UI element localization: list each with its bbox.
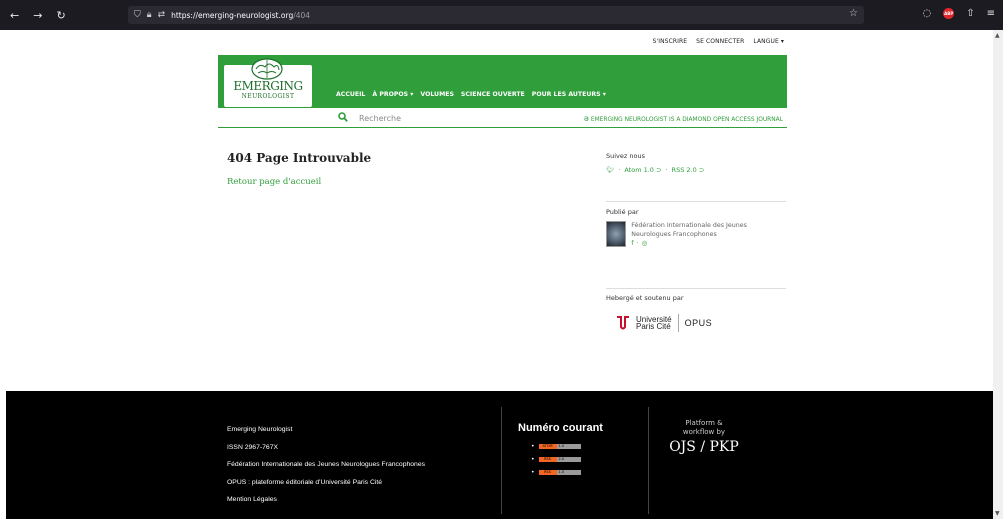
browser-toolbar: ← → ↻ ⛉ 🔒︎ ⇄ https://emerging-neurologis… [0,0,1003,30]
footer-divider [501,407,502,514]
pkp-line1: Platform & [685,419,723,427]
browser-nav: ← → ↻ [0,9,125,22]
bullet: • [531,456,535,463]
rss2-badge[interactable]: RSS 2.0 [538,457,581,462]
language-menu[interactable]: LANGUE ▾ [753,38,784,45]
back-home-link[interactable]: Retour page d'accueil [227,177,321,187]
share-icon[interactable]: ⇧ [966,8,974,19]
footer-links: Emerging Neurologist ISSN 2967-767X Fédé… [227,421,425,509]
rss-icon: ⊃ [656,166,662,174]
instagram-icon[interactable]: ◎ [642,239,648,247]
facebook-icon[interactable]: f [631,239,633,247]
bullet: • [531,443,535,450]
pocket-icon[interactable]: ◌ [922,8,931,19]
permissions-icon[interactable]: ⇄ [158,10,166,20]
footer-opus-link[interactable]: OPUS : plateforme éditoriale d'Universit… [227,474,425,492]
host-heading: Hebergé et soutenu par [606,294,684,302]
nav-about[interactable]: À PROPOS ▾ [372,91,413,98]
register-link[interactable]: S'INSCRIRE [653,38,688,45]
university-name: Université Paris Cité [636,315,672,331]
feed-badge-row[interactable]: • ATOM 1.0 [531,443,581,450]
nav-for-authors[interactable]: POUR LES AUTEURS ▾ [532,91,606,98]
feed-badge-row[interactable]: • RSS 2.0 [531,456,581,463]
follow-links: 🐦︎ · Atom 1.0 ⊃ · RSS 2.0 ⊃ [606,166,786,174]
open-access-banner[interactable]: ə EMERGING NEUROLOGIST IS A DIAMOND OPEN … [584,114,783,123]
follow-heading: Suivez nous [606,152,645,160]
reload-icon[interactable]: ↻ [56,9,65,22]
site-header: EMERGING NEUROLOGIST ACCUEIL À PROPOS ▾ … [218,55,787,108]
publisher-logo[interactable] [606,221,627,247]
bookmark-star-icon[interactable]: ☆ [849,8,858,19]
footer-federation-link[interactable]: Fédération Internationale des Jeunes Neu… [227,456,425,474]
logo-divider [677,314,679,332]
url-host: https://emerging-neurologist.org [171,10,294,20]
footer-journal-link[interactable]: Emerging Neurologist [227,421,425,439]
brain-logo-icon [251,58,283,80]
sidebar-divider [606,288,786,289]
nav-open-science[interactable]: SCIENCE OUVERTE [461,91,525,98]
rss-icon: ⊃ [698,166,705,174]
logo-title: EMERGING [233,79,303,93]
page-scrollbar[interactable]: ▲ ▼ [993,30,1003,519]
search-input[interactable] [359,112,519,124]
logo-subtitle: NEUROLOGIST [241,93,295,100]
university-logo-icon [617,316,629,330]
scroll-up-icon[interactable]: ▲ [995,32,1000,39]
menu-icon[interactable]: ≡ [987,8,995,19]
separator: · [618,166,621,174]
browser-extensions: ◌ ABP ⇧ ≡ [922,8,995,19]
feed-badges: • ATOM 1.0 • RSS 2.0 • RSS 1.0 [531,443,581,476]
adblock-icon[interactable]: ABP [943,8,955,19]
page-title: 404 Page Introuvable [227,151,372,165]
footer-divider [648,407,649,514]
host-logo[interactable]: Université Paris Cité OPUS [616,314,786,332]
sidebar-follow: Suivez nous 🐦︎ · Atom 1.0 ⊃ · RSS 2.0 ⊃ [606,152,786,174]
ojs-pkp-logo: OJS / PKP [669,439,739,455]
atom-feed-link[interactable]: Atom 1.0 ⊃ [624,166,661,174]
sidebar-host: Hebergé et soutenu par Université Paris … [606,294,786,332]
site-footer: Emerging Neurologist ISSN 2967-767X Fédé… [6,391,993,519]
twitter-icon[interactable]: 🐦︎ [606,166,614,174]
back-icon[interactable]: ← [10,9,19,22]
lock-icon[interactable]: 🔒︎ [147,10,152,20]
forward-icon[interactable]: → [33,9,42,22]
address-bar[interactable]: ⛉ 🔒︎ ⇄ https://emerging-neurologist.org/… [128,6,864,24]
site-logo[interactable]: EMERGING NEUROLOGIST [224,58,312,107]
current-issue-title: Numéro courant [518,422,603,434]
footer-legal-link[interactable]: Mention Légales [227,491,425,509]
page-viewport: S'INSCRIRE SE CONNECTER LANGUE ▾ EMERGIN… [6,30,993,519]
publisher-social: f · ◎ [631,239,786,247]
rss1-badge[interactable]: RSS 1.0 [538,470,581,475]
login-link[interactable]: SE CONNECTER [696,38,744,45]
publisher-name[interactable]: Fédération Internationale des Jeunes Neu… [631,221,786,239]
open-access-icon: ə [583,114,589,123]
url-path: /404 [293,10,311,20]
nav-volumes[interactable]: VOLUMES [420,91,454,98]
opus-logo: OPUS [684,318,713,328]
search-icon[interactable] [338,112,348,122]
pkp-line2: workflow by [682,428,726,436]
sidebar-divider [606,201,786,202]
shield-icon[interactable]: ⛉ [134,10,141,20]
nav-home[interactable]: ACCUEIL [336,91,365,98]
separator: · [636,239,639,247]
feed-badge-row[interactable]: • RSS 1.0 [531,469,581,476]
publisher-heading: Publié par [606,208,639,216]
open-access-text: EMERGING NEUROLOGIST IS A DIAMOND OPEN A… [590,117,783,123]
search-row: əEMERGING NEUROLOGIST IS A DIAMOND OPEN … [218,110,787,128]
user-nav: S'INSCRIRE SE CONNECTER LANGUE ▾ [6,38,784,45]
bullet: • [531,469,535,476]
publisher-box: Fédération Internationale des Jeunes Neu… [606,221,786,247]
rss-feed-link[interactable]: RSS 2.0 ⊃ [672,166,705,174]
separator: · [665,166,668,174]
main-navigation: ACCUEIL À PROPOS ▾ VOLUMES SCIENCE OUVER… [336,91,606,98]
footer-issn: ISSN 2967-767X [227,443,279,451]
sidebar-publisher: Publié par Fédération Internationale des… [606,208,786,247]
scroll-down-icon[interactable]: ▼ [995,510,1000,517]
atom-badge[interactable]: ATOM 1.0 [538,444,581,449]
pkp-brand[interactable]: Platform & workflow by OJS / PKP [664,419,744,455]
